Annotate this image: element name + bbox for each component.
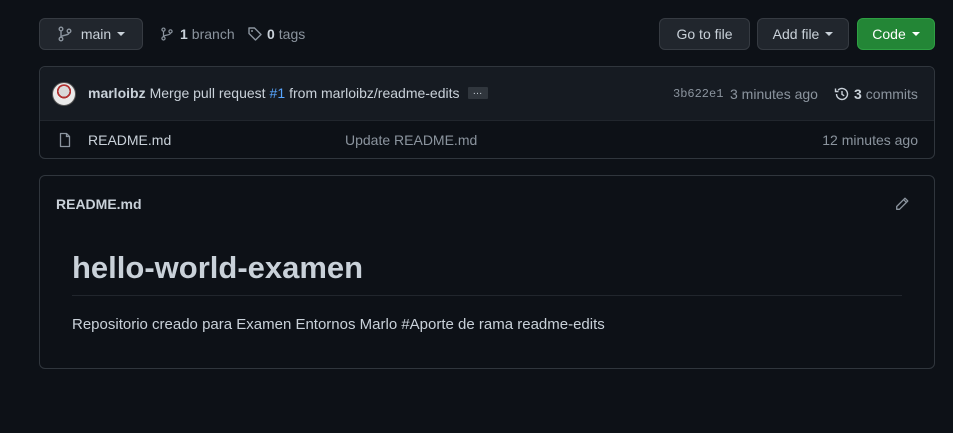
- code-button[interactable]: Code: [857, 18, 935, 50]
- commits-count: 3: [854, 86, 862, 102]
- git-branch-icon: [160, 26, 174, 42]
- tag-count: 0: [267, 26, 275, 42]
- pull-request-link[interactable]: #1: [270, 85, 286, 101]
- readme-panel: README.md hello-world-examen Repositorio…: [39, 175, 935, 369]
- go-to-file-button[interactable]: Go to file: [659, 18, 750, 50]
- git-branch-icon: [57, 26, 73, 42]
- branch-select-label: main: [80, 26, 112, 42]
- commit-message-prefix[interactable]: Merge pull request: [150, 85, 266, 101]
- branch-count-label: branch: [191, 26, 235, 42]
- file-name[interactable]: README.md: [88, 132, 171, 148]
- expand-commit-button[interactable]: …: [467, 87, 488, 99]
- add-file-label: Add file: [772, 26, 820, 42]
- file-age: 12 minutes ago: [822, 132, 918, 148]
- chevron-down-icon: [117, 32, 126, 36]
- file-commit-message[interactable]: Update README.md: [345, 132, 477, 148]
- chevron-down-icon: [825, 32, 834, 36]
- commit-time: 3 minutes ago: [730, 86, 818, 102]
- branch-count: 1: [180, 26, 188, 42]
- commit-author[interactable]: marloibz: [88, 85, 146, 101]
- add-file-button[interactable]: Add file: [757, 18, 849, 50]
- tag-count-label: tags: [278, 26, 306, 42]
- commits-label: commits: [865, 86, 918, 102]
- heading-divider: [72, 295, 902, 296]
- file-icon: [57, 132, 73, 148]
- tags-link[interactable]: 0 tags: [247, 24, 305, 44]
- avatar[interactable]: [52, 82, 76, 106]
- code-button-label: Code: [872, 26, 906, 42]
- pencil-icon[interactable]: [894, 196, 910, 212]
- commit-message-suffix[interactable]: from marloibz/readme-edits: [289, 85, 459, 101]
- readme-filename[interactable]: README.md: [56, 196, 142, 212]
- readme-body: Repositorio creado para Examen Entornos …: [72, 316, 605, 333]
- readme-heading: hello-world-examen: [72, 250, 364, 285]
- latest-commit-bar: marloibz Merge pull request #1 from marl…: [40, 67, 934, 121]
- branches-link[interactable]: 1 branch: [160, 24, 235, 44]
- branch-select-button[interactable]: main: [39, 18, 143, 50]
- commit-sha[interactable]: 3b622e1: [673, 87, 723, 101]
- chevron-down-icon: [911, 32, 920, 36]
- tag-icon: [247, 26, 263, 42]
- file-row[interactable]: README.md Update README.md 12 minutes ag…: [40, 121, 934, 159]
- history-icon: [834, 86, 850, 102]
- commits-link[interactable]: 3 commits: [834, 86, 918, 102]
- file-list: marloibz Merge pull request #1 from marl…: [39, 66, 935, 159]
